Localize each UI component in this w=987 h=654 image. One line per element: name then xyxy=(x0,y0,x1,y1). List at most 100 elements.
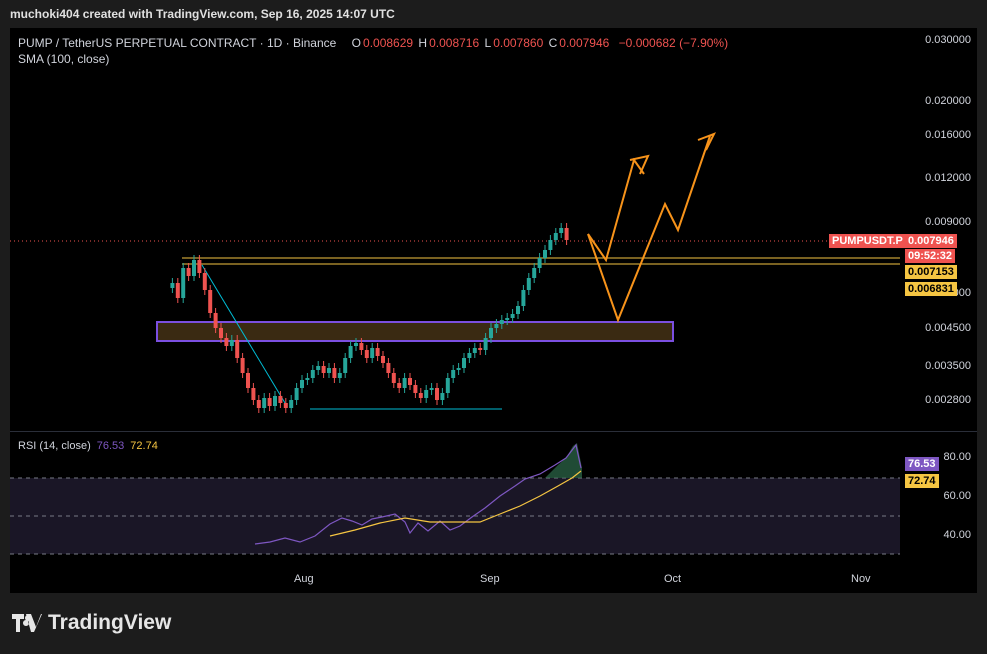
price-tick: 0.009000 xyxy=(925,216,971,228)
candle-body xyxy=(197,260,202,273)
candle-body xyxy=(289,400,294,408)
rsi-legend[interactable]: RSI (14, close) 76.53 72.74 xyxy=(18,440,158,452)
time-tick: Oct xyxy=(664,573,682,585)
candle-body xyxy=(413,385,418,393)
candle-body xyxy=(343,358,348,373)
candle-body xyxy=(256,400,261,408)
candles xyxy=(170,223,569,413)
rsi-tick: 80.00 xyxy=(943,451,971,463)
candle-body xyxy=(402,378,407,388)
price-tick: 0.002800 xyxy=(925,394,971,406)
candle-body xyxy=(370,348,375,358)
candle-body xyxy=(489,328,493,338)
candle-body xyxy=(386,363,391,373)
tradingview-logo-icon xyxy=(12,614,42,632)
candle-body xyxy=(429,388,434,390)
candle-body xyxy=(478,348,483,350)
candle-body xyxy=(246,373,250,388)
candle-body xyxy=(424,390,429,398)
price-tick: 0.012000 xyxy=(925,172,971,184)
candle-body xyxy=(337,373,342,378)
candle-body xyxy=(462,358,466,368)
candle-body xyxy=(251,388,256,400)
candle-body xyxy=(532,268,537,278)
price-tick: 0.016000 xyxy=(925,129,971,141)
projection-arrow-1 xyxy=(587,157,645,263)
candle-body xyxy=(305,378,310,380)
rsi-value: 76.53 xyxy=(96,440,125,452)
attribution-text: muchoki404 created with TradingView.com,… xyxy=(10,7,395,21)
candle-body xyxy=(202,273,207,290)
candle-body xyxy=(564,228,569,240)
candle-body xyxy=(300,380,304,388)
time-tick: Nov xyxy=(851,573,871,585)
candle-body xyxy=(175,283,180,298)
candle-body xyxy=(483,338,488,350)
level-tag-1: 0.007153 xyxy=(905,265,957,279)
price-tick: 0.003500 xyxy=(925,360,971,372)
candle-body xyxy=(467,353,472,358)
candle-body xyxy=(224,338,229,346)
candle-body xyxy=(472,348,477,353)
candle-body xyxy=(273,396,277,406)
candle-body xyxy=(510,314,515,318)
candle-body xyxy=(267,398,272,406)
candle-body xyxy=(499,320,504,324)
rsi-value-tag: 76.53 xyxy=(905,457,939,471)
candle-body xyxy=(445,378,450,393)
candle-body xyxy=(397,383,402,388)
candle-body xyxy=(310,370,315,378)
price-tick: 0.004500 xyxy=(925,322,971,334)
sma-legend[interactable]: SMA (100, close) xyxy=(18,52,109,66)
candle-body xyxy=(418,393,423,398)
rsi-tick: 40.00 xyxy=(943,529,971,541)
candle-body xyxy=(240,358,245,373)
candle-body xyxy=(186,268,191,276)
ohlc-legend: PUMP / TetherUS PERPETUAL CONTRACT · 1D … xyxy=(18,36,729,50)
candle-body xyxy=(521,290,526,306)
candle-body xyxy=(375,348,380,356)
last-price-tag: 0.007946 xyxy=(905,234,957,248)
symbol-tag: PUMPUSDT.P xyxy=(829,234,906,248)
chart-area[interactable]: PUMP / TetherUS PERPETUAL CONTRACT · 1D … xyxy=(10,28,977,593)
candle-body xyxy=(516,306,520,314)
candle-body xyxy=(235,340,240,358)
candle-body xyxy=(359,343,364,350)
candle-body xyxy=(408,378,412,385)
candle-body xyxy=(278,396,283,403)
support-zone xyxy=(156,321,674,342)
candle-body xyxy=(208,290,213,313)
candle-body xyxy=(440,393,445,400)
projection-arrow-2 xyxy=(587,135,711,323)
candle-body xyxy=(543,250,547,258)
level-tag-2: 0.006831 xyxy=(905,282,957,296)
change-value: −0.000682 (−7.90%) xyxy=(618,36,729,50)
close-value: 0.007946 xyxy=(559,36,610,50)
tradingview-logo[interactable]: TradingView xyxy=(12,611,171,635)
countdown-tag: 09:52:32 xyxy=(905,249,956,263)
candle-body xyxy=(553,233,558,240)
candle-body xyxy=(213,313,218,328)
pane-separator[interactable] xyxy=(10,431,977,432)
candle-body xyxy=(364,350,369,358)
candle-body xyxy=(451,370,456,378)
candle-body xyxy=(559,228,564,233)
rsi-ma-tag: 72.74 xyxy=(905,474,939,488)
candle-body xyxy=(321,366,326,373)
candle-body xyxy=(294,388,299,400)
high-value: 0.008716 xyxy=(429,36,480,50)
candle-body xyxy=(381,356,385,363)
rsi-tick: 60.00 xyxy=(943,490,971,502)
candle-body xyxy=(229,340,234,346)
candle-body xyxy=(316,366,321,370)
candle-body xyxy=(283,403,288,408)
candle-body xyxy=(354,343,358,346)
candle-body xyxy=(435,388,439,400)
chart-canvas xyxy=(10,132,900,555)
open-value: 0.008629 xyxy=(363,36,414,50)
candle-body xyxy=(391,373,396,383)
candle-body xyxy=(526,278,531,290)
rsi-ma-value: 72.74 xyxy=(130,440,158,452)
candle-body xyxy=(348,346,353,358)
candle-body xyxy=(262,398,267,408)
